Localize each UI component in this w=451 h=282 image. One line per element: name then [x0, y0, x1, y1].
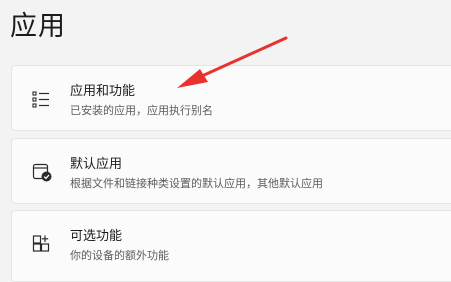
- apps-list-icon: [31, 88, 53, 110]
- page-title: 应用: [10, 11, 66, 42]
- default-apps-icon: [31, 161, 53, 183]
- optional-features-icon: [31, 233, 53, 255]
- default-apps-item[interactable]: 默认应用 根据文件和链接种类设置的默认应用，其他默认应用: [11, 138, 451, 204]
- optional-features-subtitle: 你的设备的额外功能: [70, 249, 169, 262]
- apps-and-features-title: 应用和功能: [70, 84, 136, 99]
- apps-and-features-subtitle: 已安装的应用，应用执行别名: [70, 104, 213, 117]
- optional-features-item[interactable]: 可选功能 你的设备的额外功能: [11, 210, 451, 282]
- optional-features-title: 可选功能: [70, 229, 123, 244]
- default-apps-title: 默认应用: [70, 157, 123, 172]
- default-apps-subtitle: 根据文件和链接种类设置的默认应用，其他默认应用: [70, 177, 323, 190]
- apps-and-features-item[interactable]: 应用和功能 已安装的应用，应用执行别名: [11, 65, 451, 131]
